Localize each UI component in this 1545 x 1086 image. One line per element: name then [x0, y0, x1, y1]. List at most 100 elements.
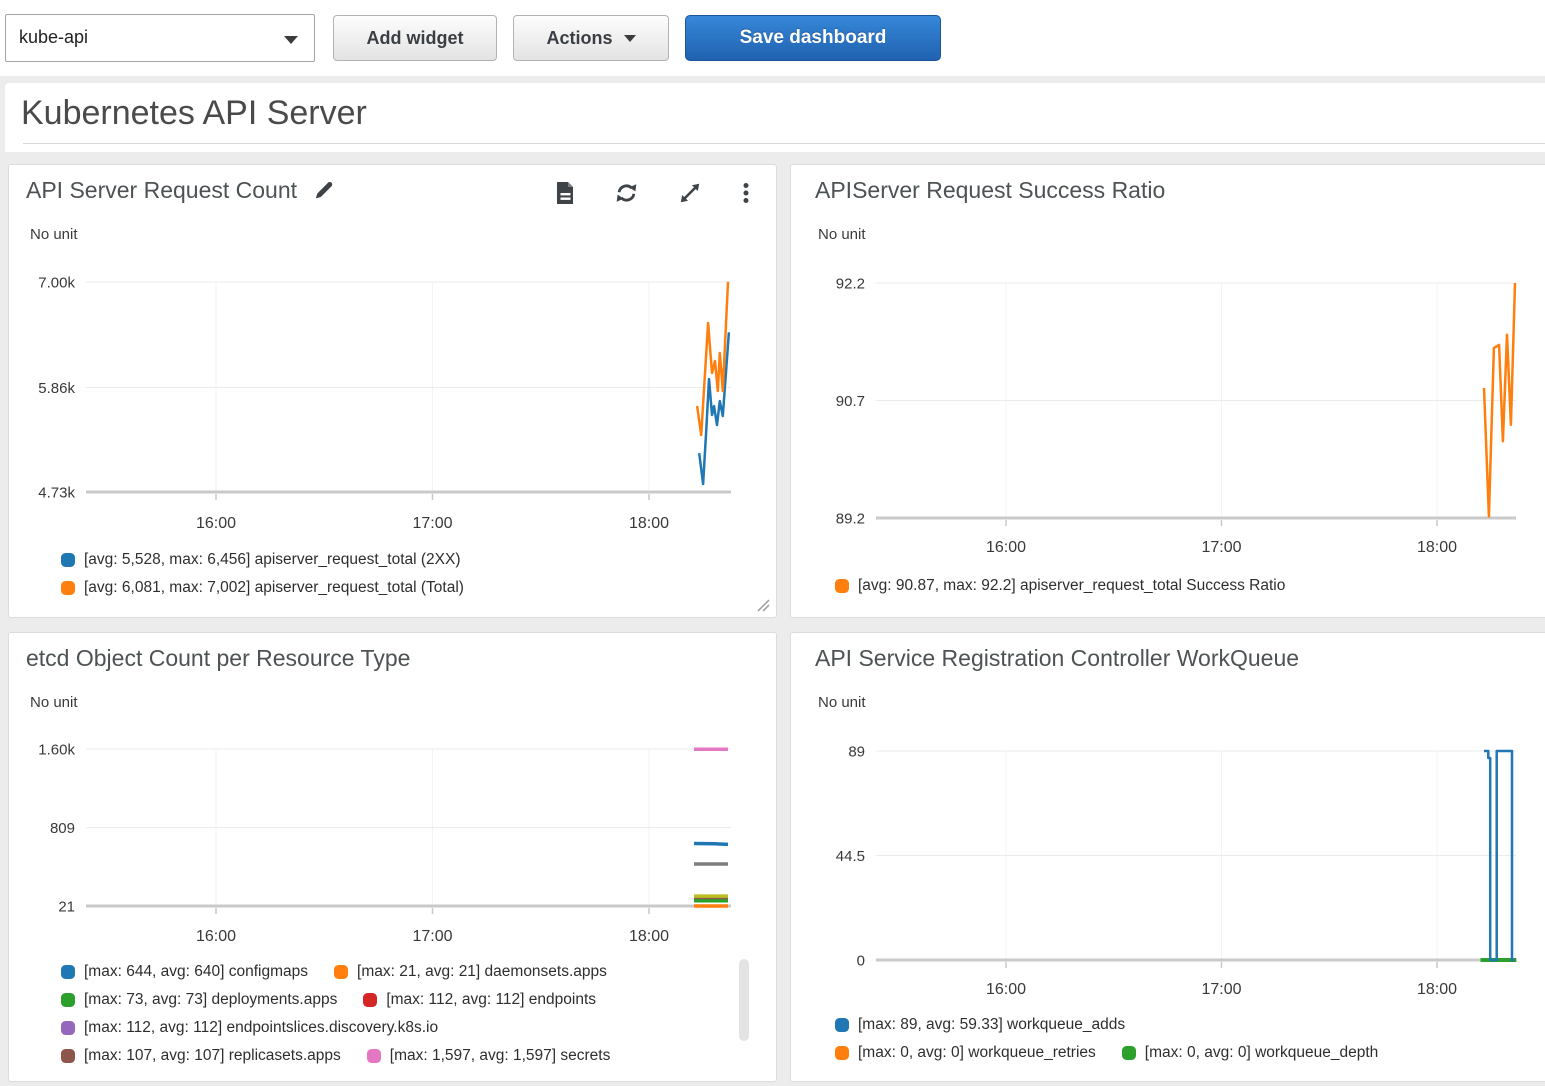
- x-tick-label: 17:00: [412, 515, 452, 532]
- add-widget-button[interactable]: Add widget: [333, 15, 497, 61]
- legend-row: [avg: 90.87, max: 92.2] apiserver_reques…: [835, 572, 1285, 600]
- dashboard-select[interactable]: kube-api: [5, 14, 315, 62]
- legend-item[interactable]: [max: 644, avg: 640] configmaps: [61, 963, 308, 981]
- save-dashboard-label: Save dashboard: [740, 27, 887, 49]
- legend-item[interactable]: [max: 1,597, avg: 1,597] secrets: [367, 1047, 611, 1065]
- x-tick-label: 16:00: [196, 515, 236, 532]
- y-tick-label: 90.7: [836, 393, 865, 410]
- legend-label: [max: 89, avg: 59.33] workqueue_adds: [858, 1016, 1125, 1034]
- refresh-icon[interactable]: [613, 181, 640, 205]
- legend-label: [max: 21, avg: 21] daemonsets.apps: [357, 963, 607, 981]
- y-tick-label: 92.2: [836, 276, 865, 293]
- y-tick-label: 809: [50, 820, 75, 837]
- title-band: Kubernetes API Server: [5, 83, 1545, 152]
- success-ratio-chart[interactable]: 92.290.789.216:0017:0018:00: [791, 265, 1545, 565]
- etcd-object-count-chart[interactable]: 1.60k8092116:0017:0018:00: [9, 733, 778, 953]
- legend-row: [max: 112, avg: 112] endpointslices.disc…: [61, 1014, 610, 1042]
- widget-request-success-ratio: APIServer Request Success Ratio No unit …: [790, 164, 1545, 618]
- legend-color-swatch: [835, 1018, 849, 1032]
- legend-item[interactable]: [avg: 5,528, max: 6,456] apiserver_reque…: [61, 551, 461, 569]
- legend-row: [max: 644, avg: 640] configmaps [max: 21,…: [61, 958, 610, 986]
- series-line: [1484, 283, 1515, 516]
- widget-api-server-request-count: API Server Request Count: [8, 164, 777, 618]
- legend-item[interactable]: [avg: 90.87, max: 92.2] apiserver_reques…: [835, 577, 1285, 595]
- widget-title: API Service Registration Controller Work…: [815, 645, 1299, 672]
- legend-color-swatch: [363, 993, 377, 1007]
- legend-color-swatch: [61, 965, 75, 979]
- chart-legend: [avg: 90.87, max: 92.2] apiserver_reques…: [835, 572, 1285, 600]
- legend-label: [max: 1,597, avg: 1,597] secrets: [390, 1047, 611, 1065]
- unit-label: No unit: [818, 694, 866, 711]
- workqueue-chart[interactable]: 89 44.5 0 16:00 17:00 18:00: [791, 733, 1545, 1003]
- legend-item[interactable]: [max: 112, avg: 112] endpoints: [363, 991, 596, 1009]
- chart-legend: [avg: 5,528, max: 6,456] apiserver_reque…: [61, 546, 464, 602]
- legend-label: [max: 73, avg: 73] deployments.apps: [84, 991, 337, 1009]
- legend-label: [avg: 90.87, max: 92.2] apiserver_reques…: [858, 577, 1285, 595]
- y-tick-label: 89: [848, 744, 865, 761]
- legend-color-swatch: [334, 965, 348, 979]
- edit-pencil-icon[interactable]: [313, 180, 334, 201]
- dashboard-select-value: kube-api: [19, 27, 88, 48]
- legend-item[interactable]: [max: 89, avg: 59.33] workqueue_adds: [835, 1016, 1125, 1034]
- legend-label: [max: 644, avg: 640] configmaps: [84, 963, 308, 981]
- widget-etcd-object-count: etcd Object Count per Resource Type No u…: [8, 632, 777, 1082]
- legend-item[interactable]: [max: 107, avg: 107] replicasets.apps: [61, 1047, 341, 1065]
- legend-color-swatch: [367, 1049, 381, 1063]
- x-tick-label: 16:00: [986, 981, 1026, 998]
- menu-kebab-icon[interactable]: [740, 181, 752, 205]
- dashboard-page: kube-api Add widget Actions Save dashboa…: [0, 0, 1545, 1086]
- legend-color-swatch: [835, 579, 849, 593]
- add-widget-label: Add widget: [367, 28, 464, 49]
- page-title: Kubernetes API Server: [21, 94, 367, 133]
- legend-row: [max: 89, avg: 59.33] workqueue_adds: [835, 1011, 1378, 1039]
- x-tick-label: 18:00: [1417, 539, 1457, 556]
- chart-legend: [max: 89, avg: 59.33] workqueue_adds [max…: [835, 1011, 1378, 1067]
- expand-icon[interactable]: [677, 181, 703, 205]
- legend-item[interactable]: [max: 73, avg: 73] deployments.apps: [61, 991, 337, 1009]
- legend-color-swatch: [61, 993, 75, 1007]
- legend-color-swatch: [61, 1049, 75, 1063]
- legend-label: [max: 112, avg: 112] endpoints: [386, 991, 596, 1009]
- y-tick-label: 0: [857, 953, 865, 970]
- y-tick-label: 89.2: [836, 511, 865, 528]
- actions-label: Actions: [546, 28, 612, 49]
- actions-button[interactable]: Actions: [513, 15, 669, 61]
- save-dashboard-button[interactable]: Save dashboard: [685, 15, 941, 61]
- legend-label: [max: 0, avg: 0] workqueue_depth: [1145, 1044, 1379, 1062]
- x-tick-label: 18:00: [629, 928, 669, 945]
- legend-label: [avg: 5,528, max: 6,456] apiserver_reque…: [84, 551, 461, 569]
- resize-handle[interactable]: [756, 598, 770, 612]
- legend-label: [avg: 6,081, max: 7,002] apiserver_reque…: [84, 579, 464, 597]
- top-toolbar: kube-api Add widget Actions Save dashboa…: [0, 0, 1545, 76]
- widget-title: etcd Object Count per Resource Type: [26, 645, 410, 672]
- y-tick-label: 44.5: [836, 848, 865, 865]
- unit-label: No unit: [30, 226, 78, 243]
- x-tick-label: 17:00: [1201, 981, 1241, 998]
- legend-color-swatch: [1122, 1046, 1136, 1060]
- legend-label: [max: 112, avg: 112] endpointslices.disc…: [84, 1019, 438, 1037]
- x-tick-label: 18:00: [1417, 981, 1457, 998]
- series-line: [694, 844, 728, 845]
- legend-color-swatch: [61, 1021, 75, 1035]
- chart-legend: [max: 644, avg: 640] configmaps [max: 21,…: [61, 958, 610, 1070]
- legend-item[interactable]: [max: 112, avg: 112] endpointslices.disc…: [61, 1019, 438, 1037]
- legend-color-swatch: [61, 553, 75, 567]
- widget-toolbar: [554, 181, 752, 205]
- logs-document-icon[interactable]: [554, 181, 576, 205]
- request-count-chart[interactable]: 7.00k5.86k4.73k16:0017:0018:00: [9, 265, 778, 535]
- x-tick-label: 17:00: [412, 928, 452, 945]
- legend-item[interactable]: [max: 21, avg: 21] daemonsets.apps: [334, 963, 607, 981]
- legend-item[interactable]: [avg: 6,081, max: 7,002] apiserver_reque…: [61, 579, 464, 597]
- legend-scrollbar[interactable]: [739, 959, 749, 1041]
- legend-item[interactable]: [max: 0, avg: 0] workqueue_retries: [835, 1044, 1096, 1062]
- unit-label: No unit: [818, 226, 866, 243]
- x-tick-label: 16:00: [986, 539, 1026, 556]
- legend-row: [max: 0, avg: 0] workqueue_retries [max: …: [835, 1039, 1378, 1067]
- chevron-down-icon: [624, 35, 636, 42]
- legend-row: [max: 73, avg: 73] deployments.apps [max:…: [61, 986, 610, 1014]
- legend-item[interactable]: [max: 0, avg: 0] workqueue_depth: [1122, 1044, 1379, 1062]
- y-tick-label: 7.00k: [38, 275, 75, 292]
- widget-registration-workqueue: API Service Registration Controller Work…: [790, 632, 1545, 1082]
- y-tick-label: 5.86k: [38, 380, 75, 397]
- legend-row: [max: 107, avg: 107] replicasets.apps [ma…: [61, 1042, 610, 1070]
